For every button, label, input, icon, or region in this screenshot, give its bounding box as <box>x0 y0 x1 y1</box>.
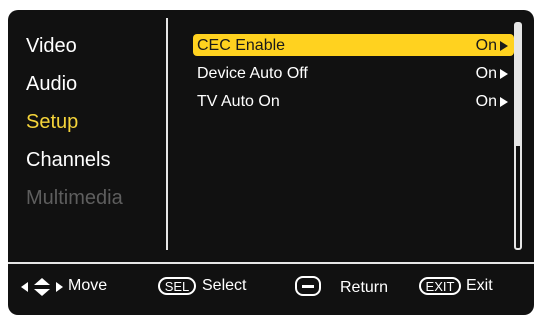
setting-value-text: On <box>475 93 497 110</box>
setting-value: On <box>476 93 508 111</box>
move-label: Move <box>68 277 108 294</box>
exit-key-text: EXIT <box>425 279 455 294</box>
menu-item-multimedia: Multimedia <box>26 187 123 209</box>
return-key-icon <box>295 276 321 296</box>
setting-label: CEC Enable <box>197 37 286 54</box>
footer-divider <box>8 262 534 264</box>
return-key-bar <box>302 285 314 288</box>
setting-value: On <box>476 37 508 55</box>
setting-label: Device Auto Off <box>197 65 308 82</box>
setting-row-cec-enable[interactable]: CEC Enable On <box>193 34 514 56</box>
exit-label: Exit <box>466 277 493 294</box>
triangle-right-icon <box>500 97 508 107</box>
select-label: Select <box>202 277 247 294</box>
setting-value-text: On <box>475 65 497 82</box>
menu-divider <box>166 18 168 250</box>
sel-key-icon: SEL <box>158 277 196 295</box>
setting-value-text: On <box>475 37 497 54</box>
menu-item-setup[interactable]: Setup <box>26 110 78 134</box>
menu-item-channels[interactable]: Channels <box>26 148 111 172</box>
setting-row-tv-auto-on[interactable]: TV Auto On On <box>193 90 514 112</box>
scrollbar[interactable] <box>514 22 522 250</box>
scrollbar-thumb[interactable] <box>516 24 520 146</box>
return-label: Return <box>340 279 389 296</box>
sel-key-text: SEL <box>164 279 190 294</box>
four-way-arrow-icon <box>21 278 63 296</box>
triangle-right-icon <box>500 41 508 51</box>
setting-value: On <box>476 65 508 83</box>
menu-item-audio[interactable]: Audio <box>26 72 77 96</box>
setting-row-device-auto-off[interactable]: Device Auto Off On <box>193 62 514 84</box>
menu-item-video[interactable]: Video <box>26 34 77 58</box>
exit-key-icon: EXIT <box>419 277 461 295</box>
triangle-right-icon <box>500 69 508 79</box>
setting-label: TV Auto On <box>197 93 280 110</box>
